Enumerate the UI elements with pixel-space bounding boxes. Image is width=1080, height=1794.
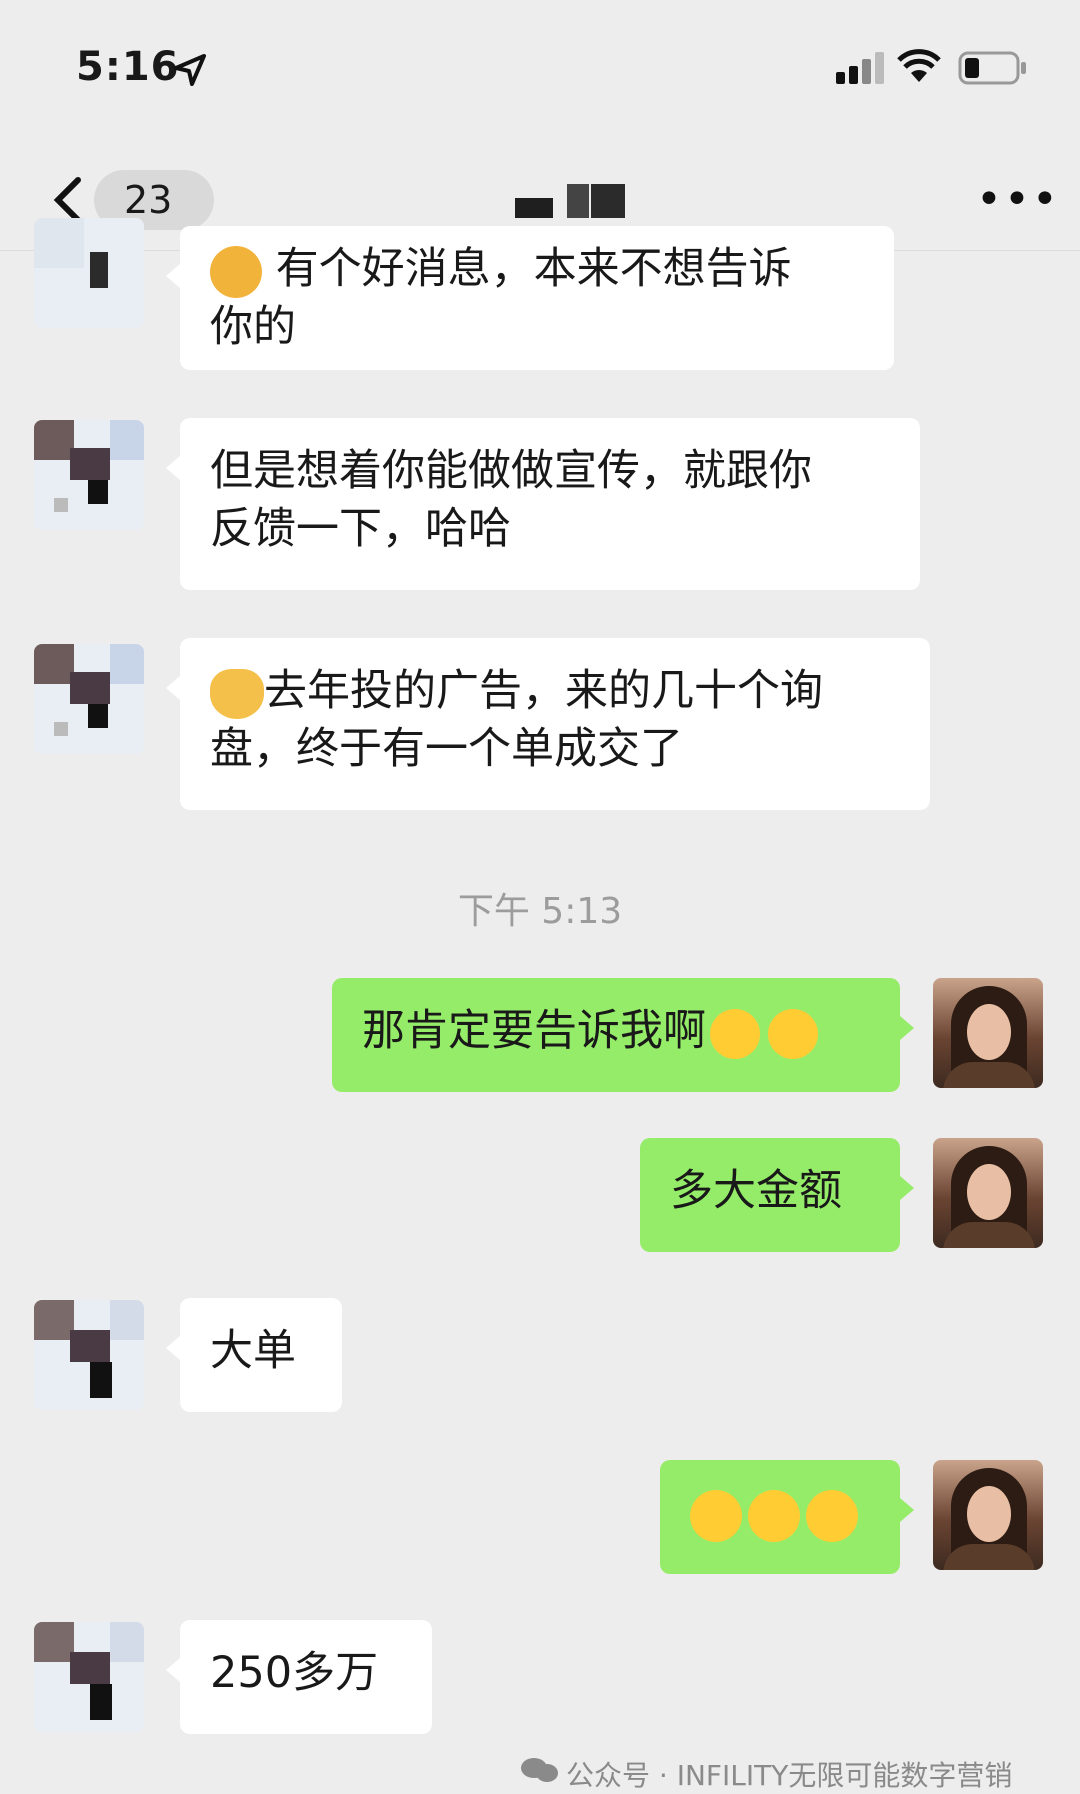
self-avatar[interactable]	[933, 1460, 1043, 1570]
cat-emoji-icon	[210, 668, 264, 719]
message-bubble[interactable]: 250多万	[166, 1620, 432, 1734]
wifi-icon	[897, 49, 941, 82]
status-time: 5:16	[76, 44, 180, 90]
grin-emoji-icon	[806, 1489, 858, 1542]
self-avatar[interactable]	[933, 978, 1043, 1088]
message-text: 盘，终于有一个单成交了	[210, 724, 683, 774]
battery-icon	[958, 51, 1026, 85]
location-arrow-icon	[174, 54, 206, 86]
contact-avatar[interactable]	[34, 1300, 144, 1410]
cat-emoji-icon	[210, 245, 262, 298]
message-bubble[interactable]: 但是想着你能做做宣传，就跟你 反馈一下，哈哈	[166, 418, 920, 590]
laughing-emoji-icon	[710, 1008, 760, 1059]
grin-emoji-icon	[690, 1489, 742, 1542]
message-text: 250多万	[210, 1648, 379, 1698]
message-text: 但是想着你能做做宣传，就跟你	[210, 446, 812, 496]
message-bubble-self[interactable]	[660, 1460, 914, 1574]
status-bar: 5:16	[0, 0, 1080, 130]
message-text: 大单	[210, 1326, 296, 1376]
message-text: 有个好消息，本来不想告诉	[275, 244, 792, 294]
message-bubble-self[interactable]: 那肯定要告诉我啊	[332, 978, 914, 1092]
contact-avatar[interactable]	[34, 218, 144, 328]
message-text: 你的	[210, 302, 296, 352]
time-divider: 下午 5:13	[457, 891, 623, 932]
grin-emoji-icon	[748, 1489, 800, 1542]
back-arrow-icon	[53, 177, 81, 223]
more-icon[interactable]: •••	[976, 174, 1060, 225]
contact-avatar[interactable]	[34, 420, 144, 530]
message-bubble-self[interactable]: 多大金额	[640, 1138, 914, 1252]
chat-title-redacted	[515, 184, 630, 220]
contact-avatar[interactable]	[34, 1622, 144, 1732]
message-bubble[interactable]: 去年投的广告，来的几十个询 盘，终于有一个单成交了	[166, 638, 930, 810]
message-text: 那肯定要告诉我啊	[362, 1006, 706, 1056]
watermark-text: 公众号 · INFILITY无限可能数字营销	[566, 1759, 1013, 1792]
laughing-emoji-icon	[768, 1008, 818, 1059]
message-text: 反馈一下，哈哈	[210, 504, 511, 554]
message-text: 去年投的广告，来的几十个询	[264, 666, 823, 716]
contact-avatar[interactable]	[34, 644, 144, 754]
message-text: 多大金额	[670, 1166, 842, 1216]
message-bubble[interactable]: 有个好消息，本来不想告诉 你的	[166, 226, 894, 370]
signal-icon	[836, 52, 884, 84]
self-avatar[interactable]	[933, 1138, 1043, 1248]
wechat-icon	[521, 1758, 558, 1782]
message-bubble[interactable]: 大单	[166, 1298, 342, 1412]
